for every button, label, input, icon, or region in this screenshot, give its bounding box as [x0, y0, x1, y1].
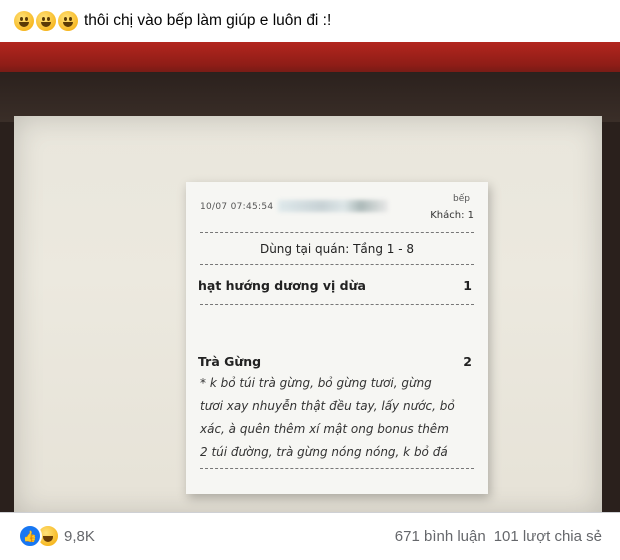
receipt-divider — [200, 304, 474, 305]
engagement-stats: 671 bình luận 101 lượt chia sẻ — [395, 528, 602, 545]
receipt-item-qty: 1 — [463, 278, 472, 293]
receipt-item-qty: 2 — [463, 354, 472, 369]
order-receipt: 10/07 07:45:54 bếp Khách: 1 Dùng tại quá… — [186, 182, 488, 494]
receipt-datetime: 10/07 07:45:54 — [200, 202, 274, 212]
grinning-emoji-icon — [36, 11, 56, 31]
reaction-icons: 👍 — [18, 524, 60, 548]
like-reaction-icon: 👍 — [18, 524, 42, 548]
receipt-divider — [200, 468, 474, 469]
receipt-item: Trà Gừng 2 — [198, 354, 472, 369]
reaction-count: 9,8K — [64, 527, 95, 545]
receipt-divider — [200, 232, 474, 233]
receipt-item: hạt hướng dương vị dừa 1 — [198, 278, 472, 293]
grinning-emoji-icon — [58, 11, 78, 31]
post-footer: 👍 9,8K 671 bình luận 101 lượt chia sẻ — [0, 512, 620, 560]
receipt-divider — [200, 264, 474, 265]
caption-text: thôi chị vào bếp làm giúp e luôn đi :! — [84, 12, 332, 29]
receipt-note: * k bỏ túi trà gừng, bỏ gừng tươi, gừng … — [200, 376, 455, 459]
receipt-guest-count: Khách: 1 — [430, 210, 474, 221]
reaction-summary[interactable]: 👍 9,8K — [18, 524, 95, 548]
receipt-item-name: hạt hướng dương vị dừa — [198, 278, 366, 293]
receipt-dine-in: Dùng tại quán: Tầng 1 - 8 — [259, 242, 415, 256]
post-caption: thôi chị vào bếp làm giúp e luôn đi :! — [14, 8, 331, 34]
emoji-group — [14, 11, 78, 31]
post-photo[interactable]: 10/07 07:45:54 bếp Khách: 1 Dùng tại quá… — [0, 42, 620, 512]
receipt-item-name: Trà Gừng — [198, 354, 262, 369]
photo-dark-band — [0, 72, 620, 122]
receipt-station: bếp — [453, 194, 470, 204]
shares-link[interactable]: 101 lượt chia sẻ — [494, 528, 602, 545]
comments-link[interactable]: 671 bình luận — [395, 528, 486, 545]
grinning-emoji-icon — [14, 11, 34, 31]
receipt-blurred-area — [278, 200, 388, 212]
